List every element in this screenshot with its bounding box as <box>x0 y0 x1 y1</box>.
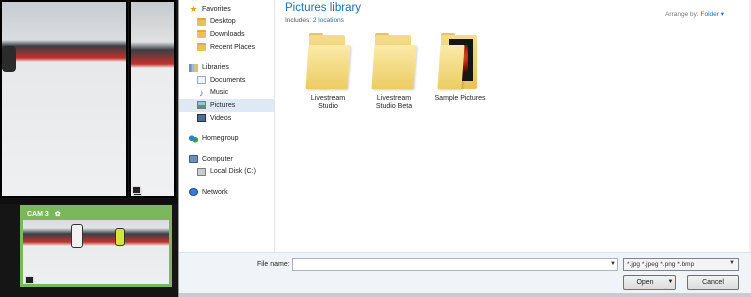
nav-label: Computer <box>202 155 233 163</box>
nav-label: Desktop <box>210 18 236 26</box>
chevron-down-icon[interactable]: ▼ <box>608 259 618 270</box>
dialog-footer: File name: ▼ *.jpg *.jpeg *.png *.bmp ▼ … <box>179 252 751 297</box>
folder-label-line: Livestream <box>376 95 412 102</box>
nav-label: Pictures <box>210 101 236 109</box>
content-pane: Pictures library Includes: 2 locations A… <box>276 0 751 252</box>
videos-icon <box>197 114 206 123</box>
camera-switch-icon[interactable] <box>132 186 141 194</box>
divider <box>0 198 178 204</box>
music-icon: ♪ <box>199 87 204 98</box>
nav-favorites[interactable]: ★ Favorites <box>179 3 274 16</box>
nav-network[interactable]: Network <box>179 186 274 199</box>
nav-desktop[interactable]: Desktop <box>179 16 274 29</box>
library-title: Pictures library <box>285 2 362 14</box>
navigation-pane: ★ Favorites Desktop Downloads Recent Pla… <box>179 0 275 252</box>
nav-label: Recent Places <box>210 43 256 51</box>
open-button[interactable]: Open <box>623 275 667 290</box>
folder-label: Livestream Studio Beta <box>359 95 429 111</box>
nav-label: Videos <box>210 114 232 122</box>
arrange-by-value: Folder <box>700 11 719 18</box>
homegroup-icon <box>189 134 198 143</box>
folder-item[interactable]: Livestream Studio Beta <box>359 33 429 111</box>
network-icon <box>189 188 198 197</box>
nav-label: Downloads <box>210 30 245 38</box>
folder-icon <box>371 33 417 89</box>
goalie-figure <box>115 228 125 246</box>
nav-documents[interactable]: Documents <box>179 74 274 87</box>
chevron-down-icon: ▾ <box>720 11 724 18</box>
includes-label: Includes: <box>285 17 312 24</box>
camera-3-label: CAM 3 ✿ <box>23 208 169 220</box>
computer-group: Computer Local Disk (C:) <box>179 153 274 178</box>
camera-3-preview[interactable]: CAM 3 ✿ <box>20 205 172 287</box>
nav-local-disk[interactable]: Local Disk (C:) <box>179 166 274 179</box>
chevron-down-icon: ▼ <box>729 260 735 266</box>
player-figure <box>2 46 16 72</box>
arrange-by-label: Arrange by: <box>665 11 699 18</box>
camera-switch-icon[interactable] <box>25 276 34 284</box>
nav-label: Libraries <box>202 64 229 72</box>
folder-with-photo-icon <box>437 33 481 89</box>
nav-recent-places[interactable]: Recent Places <box>179 41 274 54</box>
downloads-icon <box>197 30 206 39</box>
file-name-label: File name: <box>257 261 290 268</box>
folder-icon <box>305 33 351 89</box>
folder-item[interactable]: Sample Pictures <box>425 33 495 103</box>
nav-downloads[interactable]: Downloads <box>179 28 274 41</box>
computer-icon <box>189 155 198 164</box>
nav-label: Music <box>210 89 229 97</box>
camera-preview-side[interactable] <box>129 0 176 198</box>
file-name-input[interactable] <box>292 258 618 271</box>
libraries-icon <box>189 63 198 72</box>
pictures-icon <box>197 101 206 110</box>
nav-label: Favorites <box>202 5 231 13</box>
camera-3-title: CAM 3 <box>27 211 49 218</box>
libraries-group: Libraries Documents ♪ Music Pictures Vid… <box>179 61 274 124</box>
folder-label-line: Studio <box>318 103 338 110</box>
open-options-dropdown[interactable]: ▼ <box>666 275 676 290</box>
desktop-icon <box>197 17 206 26</box>
homegroup-group: Homegroup <box>179 132 274 145</box>
folder-item[interactable]: Livestream Studio <box>293 33 363 111</box>
nav-pictures[interactable]: Pictures <box>179 99 274 112</box>
favorites-group: ★ Favorites Desktop Downloads Recent Pla… <box>179 3 274 53</box>
star-icon: ★ <box>189 4 198 15</box>
arrange-by-dropdown[interactable]: Folder ▾ <box>700 11 724 18</box>
documents-icon <box>197 76 206 85</box>
cancel-button[interactable]: Cancel <box>687 275 739 290</box>
camera-panel: CAM 3 ✿ <box>0 0 178 297</box>
nav-computer[interactable]: Computer <box>179 153 274 166</box>
network-group: Network <box>179 186 274 199</box>
open-file-dialog: ★ Favorites Desktop Downloads Recent Pla… <box>178 0 751 297</box>
nav-label: Local Disk (C:) <box>210 168 256 176</box>
nav-libraries[interactable]: Libraries <box>179 61 274 74</box>
arrange-by: Arrange by: Folder ▾ <box>665 10 724 18</box>
recent-places-icon <box>197 43 206 52</box>
nav-videos[interactable]: Videos <box>179 112 274 125</box>
folder-label-line: Studio Beta <box>375 103 413 110</box>
file-type-value: *.jpg *.jpeg *.png *.bmp <box>627 261 695 268</box>
gear-icon[interactable]: ✿ <box>55 211 61 218</box>
window-edge <box>179 293 751 297</box>
includes-locations-link[interactable]: 2 locations <box>313 17 344 24</box>
folder-label-line: Livestream <box>310 95 346 102</box>
file-type-select[interactable]: *.jpg *.jpeg *.png *.bmp ▼ <box>623 258 739 271</box>
nav-music[interactable]: ♪ Music <box>179 87 274 100</box>
disk-icon <box>197 167 206 176</box>
player-figure <box>71 224 83 248</box>
nav-label: Documents <box>210 76 246 84</box>
folder-label: Livestream Studio <box>293 95 363 111</box>
library-includes: Includes: 2 locations <box>285 17 344 24</box>
camera-preview-main[interactable] <box>0 0 128 198</box>
folder-label-line: Sample Pictures <box>434 95 486 102</box>
nav-homegroup[interactable]: Homegroup <box>179 132 274 145</box>
nav-label: Homegroup <box>202 135 239 143</box>
folder-label: Sample Pictures <box>425 95 495 103</box>
nav-label: Network <box>202 188 228 196</box>
